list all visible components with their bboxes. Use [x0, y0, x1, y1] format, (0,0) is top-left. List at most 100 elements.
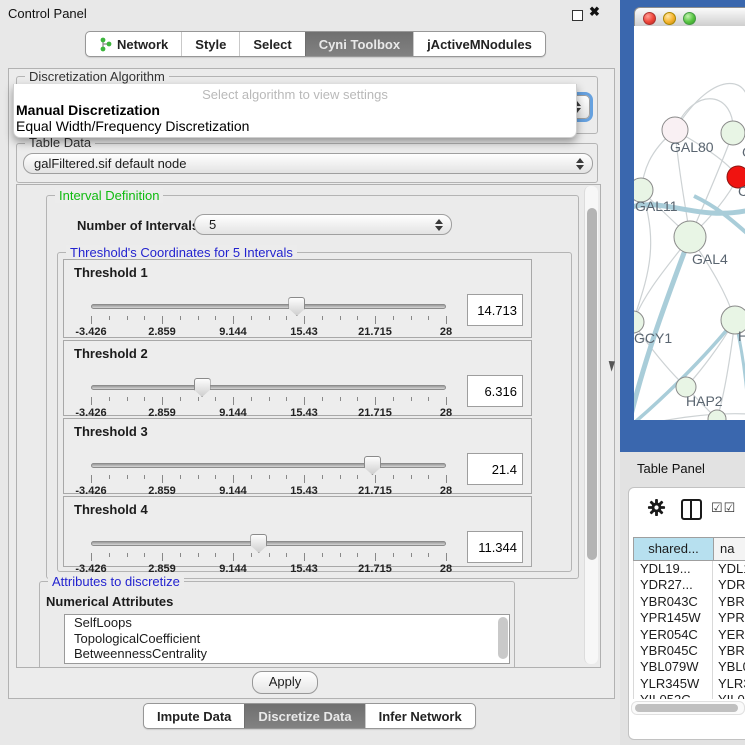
- split-columns-icon[interactable]: [681, 499, 702, 520]
- table-row[interactable]: YDR27...YDR2: [634, 577, 745, 593]
- slider-thumb[interactable]: [250, 534, 267, 553]
- number-of-intervals-combobox[interactable]: 5: [194, 214, 452, 235]
- gear-icon[interactable]: [647, 498, 666, 517]
- threshold-slider[interactable]: -3.4262.8599.14415.4321.71528: [91, 377, 446, 419]
- zoom-traffic-light-icon[interactable]: [683, 12, 696, 25]
- table-row[interactable]: YBR043CYBR0: [634, 594, 745, 610]
- threshold-panel: Threshold 4 -3.4262.8599.14415.4321.7152…: [63, 496, 532, 567]
- slider-tick: [251, 475, 252, 479]
- cell-shared-name: YDR27...: [634, 577, 713, 593]
- slider-tick: [375, 316, 376, 324]
- threshold-panel: Threshold 1 -3.4262.8599.14415.4321.7152…: [63, 259, 532, 338]
- table-row[interactable]: YBL079WYBL0: [634, 659, 745, 675]
- slider-thumb[interactable]: [364, 456, 381, 475]
- threshold-slider[interactable]: -3.4262.8599.14415.4321.71528: [91, 533, 446, 575]
- tab-discretize-data[interactable]: Discretize Data: [244, 704, 364, 728]
- slider-tick: [340, 475, 341, 479]
- threshold-slider[interactable]: -3.4262.8599.14415.4321.71528: [91, 455, 446, 497]
- panel-title: Control Panel: [8, 6, 87, 21]
- top-tab-bar: Network Style SelectCyni ToolboxjActiveMNo…: [85, 31, 546, 57]
- network-node[interactable]: [721, 121, 745, 145]
- slider-scale-label: 28: [440, 563, 452, 575]
- attribute-list-item[interactable]: TopologicalCoefficient: [65, 631, 509, 647]
- slider-tick: [91, 397, 92, 405]
- combo-stepper-icon: [434, 219, 443, 231]
- table-row[interactable]: YDL19...YDL1: [634, 561, 745, 577]
- table-row[interactable]: YBR045CYBR0: [634, 643, 745, 659]
- slider-tick: [144, 316, 145, 320]
- tab-cyni-toolbox[interactable]: Cyni Toolbox: [305, 32, 413, 56]
- node-label: H: [738, 328, 745, 344]
- table-row[interactable]: YLR345WYLR3: [634, 676, 745, 692]
- table-body[interactable]: YDL19...YDL1YDR27...YDR2YBR043CYBR0YPR14…: [633, 561, 745, 699]
- threshold-value-field[interactable]: [467, 531, 523, 563]
- table-row[interactable]: YIL052CYIL0: [634, 692, 745, 699]
- slider-tick: [428, 397, 429, 401]
- cell-shared-name: YBR043C: [634, 594, 713, 610]
- table-data-combobox[interactable]: galFiltered.sif default node: [23, 153, 593, 174]
- slider-tick: [162, 475, 163, 483]
- tab-select[interactable]: Select: [239, 32, 304, 56]
- slider-track[interactable]: [91, 463, 446, 468]
- slider-tick: [269, 475, 270, 479]
- threshold-value-field[interactable]: [467, 375, 523, 407]
- algorithm-dropdown-popup: Select algorithm to view settings Manual…: [13, 84, 577, 138]
- tab-impute-data[interactable]: Impute Data: [144, 704, 244, 728]
- scrollbar-thumb[interactable]: [587, 208, 597, 560]
- slider-track[interactable]: [91, 304, 446, 309]
- slider-tick: [127, 475, 128, 479]
- slider-thumb[interactable]: [194, 378, 211, 397]
- attributes-list-scrollbar[interactable]: [498, 617, 508, 659]
- column-header-shared-name[interactable]: shared...: [634, 538, 714, 560]
- column-header-name[interactable]: na: [714, 538, 745, 560]
- tab-network[interactable]: Network: [86, 32, 181, 56]
- interval-definition-title: Interval Definition: [55, 188, 163, 203]
- network-node[interactable]: [708, 410, 726, 420]
- tab-style[interactable]: Style: [181, 32, 239, 56]
- slider-thumb[interactable]: [288, 297, 305, 316]
- network-window-titlebar[interactable]: [634, 7, 745, 28]
- table-panel-card: ☑☑ shared... na YDL19...YDL1YDR27...YDR2…: [628, 487, 745, 740]
- slider-track[interactable]: [91, 541, 446, 546]
- tab-infer-network[interactable]: Infer Network: [365, 704, 475, 728]
- threshold-slider[interactable]: -3.4262.8599.14415.4321.71528: [91, 296, 446, 338]
- dropdown-option[interactable]: Manual Discretization: [14, 102, 576, 118]
- bottom-tab-bar: Impute DataDiscretize Data Infer Network: [143, 703, 476, 729]
- close-traffic-light-icon[interactable]: [643, 12, 656, 25]
- cell-shared-name: YER054C: [634, 627, 713, 643]
- close-icon[interactable]: ✖: [589, 4, 600, 20]
- screen: Control Panel ✖ Network Style SelectCyni T…: [0, 0, 745, 745]
- slider-tick: [91, 475, 92, 483]
- float-window-icon[interactable]: [572, 10, 583, 21]
- slider-tick: [286, 397, 287, 401]
- tab-label: Style: [195, 37, 226, 52]
- network-view-canvas[interactable]: GAL80GGAL11CGAL4GCY1HHAP2: [634, 26, 745, 420]
- slider-tick: [393, 553, 394, 557]
- numerical-attributes-list[interactable]: SelfLoopsTopologicalCoefficientBetweenne…: [64, 614, 510, 664]
- dropdown-option[interactable]: Equal Width/Frequency Discretization: [14, 118, 576, 134]
- threshold-panel: Threshold 3 -3.4262.8599.14415.4321.7152…: [63, 418, 532, 494]
- slider-tick: [162, 316, 163, 324]
- threshold-value-field[interactable]: [467, 294, 523, 326]
- attribute-list-item[interactable]: SelfLoops: [65, 615, 509, 631]
- tab-label: Infer Network: [379, 709, 462, 724]
- tab-jactivemnodules[interactable]: jActiveMNodules: [413, 32, 545, 56]
- slider-tick: [233, 397, 234, 405]
- slider-track[interactable]: [91, 385, 446, 390]
- slider-tick: [286, 475, 287, 479]
- slider-tick: [109, 553, 110, 557]
- cell-shared-name: YLR345W: [634, 676, 713, 692]
- network-node-gal4[interactable]: [674, 221, 706, 253]
- threshold-value-field[interactable]: [467, 453, 523, 485]
- checkbox-filter-icons[interactable]: ☑☑: [711, 500, 736, 516]
- table-row[interactable]: YPR145WYPR1: [634, 610, 745, 626]
- apply-button[interactable]: Apply: [252, 671, 318, 694]
- scrollbar-thumb[interactable]: [635, 704, 738, 712]
- threshold-panel: Threshold 2 -3.4262.8599.14415.4321.7152…: [63, 340, 532, 416]
- minimize-traffic-light-icon[interactable]: [663, 12, 676, 25]
- slider-tick: [198, 316, 199, 320]
- attribute-list-item[interactable]: BetweennessCentrality: [65, 646, 509, 662]
- settings-vertical-scrollbar[interactable]: [584, 186, 598, 664]
- table-row[interactable]: YER054CYER0: [634, 627, 745, 643]
- table-horizontal-scrollbar[interactable]: [631, 701, 745, 715]
